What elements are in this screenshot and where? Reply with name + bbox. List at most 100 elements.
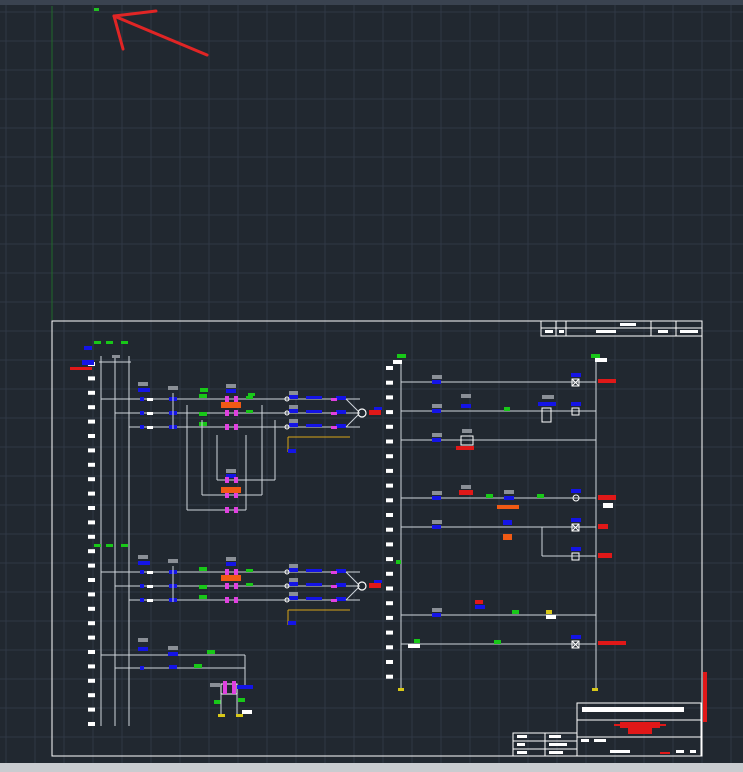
rung-number [88,520,95,525]
rung-number [88,506,95,510]
symbol-blue [432,496,441,500]
symbol-blue [503,520,512,525]
rung-number [386,542,393,547]
symbol-blue [432,409,441,413]
rung-number [88,405,95,410]
rung-number [386,601,393,606]
symbol-red [598,524,608,529]
symbol-blue [336,410,346,414]
symbol-green [199,585,207,589]
cad-canvas[interactable] [0,0,743,772]
rung-number [386,498,393,503]
symbol-magenta [234,507,238,513]
symbol-blue [571,402,581,406]
rung-number [386,410,393,415]
title-text [549,751,563,754]
symbol-gray [461,394,471,398]
red-arrow-annotation [112,9,209,57]
symbol-yellow [218,714,225,717]
symbol-green [414,639,420,643]
drawing-sheet[interactable] [51,320,707,757]
origin-marker [94,8,99,11]
symbol-blue [289,582,298,586]
symbol-gray [112,355,120,358]
symbol-gray [289,419,298,423]
title-text [582,707,684,712]
symbol-blue [289,568,298,572]
rung-number [386,674,393,679]
symbol-red [660,752,670,754]
symbol-green [199,422,207,426]
rung-number [88,477,95,482]
symbol-white [147,599,153,602]
rung-number [386,454,393,459]
title-text [549,735,561,738]
symbol-white [147,585,153,588]
symbol-green [494,640,501,644]
rung-number [88,390,95,395]
symbol-blue [138,647,148,651]
symbol-gray [226,384,236,388]
symbol-red [598,495,616,500]
symbol-blue [140,397,144,401]
symbol-blue [289,596,298,600]
timer-box [541,407,552,423]
rung-number [88,491,95,496]
symbol-blue [289,395,298,399]
rung-number [386,366,393,370]
symbol-blue [336,569,346,573]
symbol-gray [542,395,554,399]
symbol-green [248,393,255,396]
rung-number [88,376,95,381]
symbol-gray [138,555,148,559]
symbol-gray [432,375,442,379]
rung-number [386,586,393,591]
symbol-gray [462,429,472,433]
symbol-green [504,407,510,411]
symbol-orange [497,505,519,509]
symbol-red [598,553,612,558]
symbol-orange [503,534,512,540]
symbol-white [603,503,613,508]
symbol-blue [432,380,441,384]
symbol-green [486,494,493,498]
symbol-red [475,600,483,604]
symbol-magenta [225,410,229,416]
symbol-green [591,354,600,358]
symbol-green [94,341,101,344]
symbol-magenta [331,585,337,588]
symbol-white [242,710,252,714]
rung-number [88,707,95,712]
symbol-green [199,394,207,398]
symbol-blue [288,621,296,625]
rung-number [88,664,95,669]
rung-number [88,448,95,453]
symbol-green [194,664,202,668]
symbol-blue [140,411,144,415]
title-logo [614,724,666,726]
symbol-white [147,412,153,415]
symbol-yellow [546,610,552,614]
symbol-green [246,396,253,399]
symbol-red [456,446,474,450]
symbol-red [459,490,473,495]
arrow-shaft [112,14,209,57]
model-space[interactable] [0,0,743,772]
symbol-gray [168,559,178,563]
rung-number [386,645,393,650]
symbol-blue [289,409,298,413]
symbol-red [369,410,381,415]
title-text [594,739,606,742]
symbol-blue [226,389,236,393]
symbol-blue [289,423,298,427]
symbol-green [537,494,544,498]
symbol-magenta [225,597,229,603]
symbol-blue [138,388,150,392]
symbol-gray [289,564,298,568]
symbol-red [598,641,626,645]
symbol-red [369,583,381,588]
symbol-gray [432,404,442,408]
symbol-white [147,571,153,574]
symbol-green [121,341,128,344]
title-text [517,751,527,754]
